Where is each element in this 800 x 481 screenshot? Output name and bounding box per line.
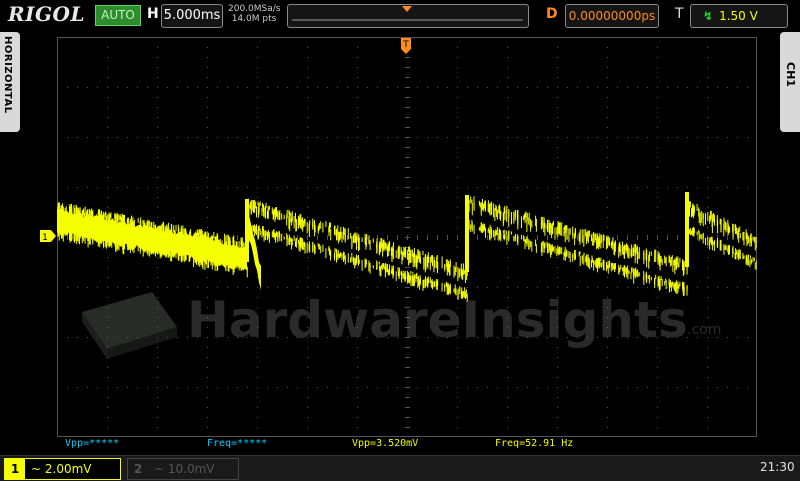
trigger-level: 1.50 V — [719, 9, 758, 23]
run-status-button[interactable]: AUTO — [95, 5, 141, 26]
horizontal-label: H — [147, 6, 159, 22]
ch2-scale: ~ 10.0mV — [154, 462, 215, 476]
trigger-marker-label: T — [402, 40, 409, 50]
measurement-3[interactable]: Vpp=3.520mV — [352, 438, 418, 449]
ch1-offset-label: 1 — [42, 233, 48, 242]
ch1-number: 1 — [5, 459, 25, 479]
waveform-display[interactable]: HardwareInsights .com T — [57, 37, 757, 437]
ch1-offset-marker[interactable]: 1 — [40, 230, 56, 242]
delay-label: D — [546, 6, 558, 22]
ch2-status[interactable]: 2 ~ 10.0mV — [127, 458, 239, 480]
sample-rate: 200.0MSa/s — [228, 4, 281, 14]
sample-info: 200.0MSa/s 14.0M pts — [228, 4, 280, 24]
channel-status-bar: 1 ~ 2.00mV 2 ~ 10.0mV 21:30 — [0, 455, 800, 481]
memory-overview[interactable] — [287, 4, 529, 28]
trigger-display[interactable]: ↯ 1.50 V — [690, 4, 788, 28]
horizontal-menu-tab[interactable]: HORIZONTAL — [0, 32, 20, 132]
trigger-label: T — [675, 6, 684, 22]
brand-logo: RIGOL — [8, 2, 86, 26]
top-status-bar: RIGOL AUTO H 5.000ms 200.0MSa/s 14.0M pt… — [0, 0, 800, 30]
measurement-4[interactable]: Freq=52.91 Hz — [495, 438, 573, 449]
memory-depth: 14.0M pts — [231, 14, 277, 24]
ch1-menu-tab[interactable]: CH1 — [780, 32, 800, 132]
ch1-scale: ~ 2.00mV — [31, 462, 92, 476]
delay-display[interactable]: 0.00000000ps — [565, 4, 659, 28]
watermark-suffix: .com — [687, 322, 721, 338]
trigger-edge-icon: ↯ — [703, 9, 714, 23]
ch1-status[interactable]: 1 ~ 2.00mV — [4, 458, 121, 480]
horizontal-tab-label: HORIZONTAL — [2, 36, 13, 114]
ch2-number: 2 — [133, 462, 143, 476]
timebase-display[interactable]: 5.000ms — [161, 4, 223, 28]
memory-overview-wave — [292, 6, 523, 21]
ch1-tab-label: CH1 — [784, 62, 797, 87]
measurement-2[interactable]: Freq=***** — [207, 438, 267, 449]
measurement-1[interactable]: Vpp=***** — [65, 438, 119, 449]
memory-trigger-marker — [402, 6, 412, 12]
watermark-text: HardwareInsights — [187, 291, 688, 349]
clock: 21:30 — [760, 460, 795, 474]
measurement-bar: Vpp=***** Freq=***** Vpp=3.520mV Freq=52… — [57, 437, 757, 453]
